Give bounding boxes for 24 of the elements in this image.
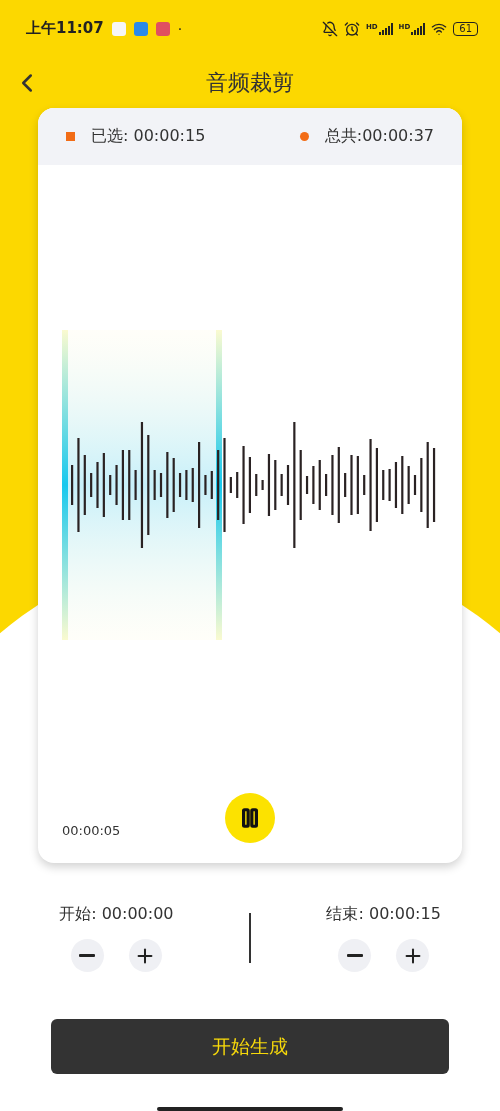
app-icon bbox=[133, 21, 148, 36]
alarm-icon bbox=[343, 20, 360, 37]
signal-icon bbox=[411, 22, 426, 35]
pause-button[interactable] bbox=[225, 792, 275, 843]
selected-duration: 已选: 00:00:15 bbox=[91, 125, 206, 147]
notification-dot: · bbox=[177, 20, 183, 37]
battery-level: 61 bbox=[453, 21, 478, 36]
app-icon bbox=[111, 21, 126, 36]
status-time: 上午11:07 bbox=[26, 19, 104, 39]
signal-icon bbox=[378, 22, 393, 35]
page-title: 音频裁剪 bbox=[206, 68, 294, 97]
pause-icon bbox=[239, 806, 261, 829]
selection-highlight[interactable] bbox=[62, 329, 222, 640]
dot-icon bbox=[299, 131, 309, 141]
square-icon bbox=[66, 131, 75, 141]
playhead-time: 00:00:05 bbox=[62, 823, 121, 839]
bell-muted-icon bbox=[321, 20, 338, 37]
range-time: 开始: 00:00:00 bbox=[59, 904, 174, 926]
generate-button[interactable]: 开始生成 bbox=[51, 1019, 449, 1074]
minus-icon bbox=[346, 954, 363, 957]
range-time: 结束: 00:00:15 bbox=[326, 904, 441, 926]
minus-icon bbox=[79, 954, 96, 957]
app-icon bbox=[155, 21, 170, 36]
total-duration: 总共:00:00:37 bbox=[324, 125, 434, 147]
